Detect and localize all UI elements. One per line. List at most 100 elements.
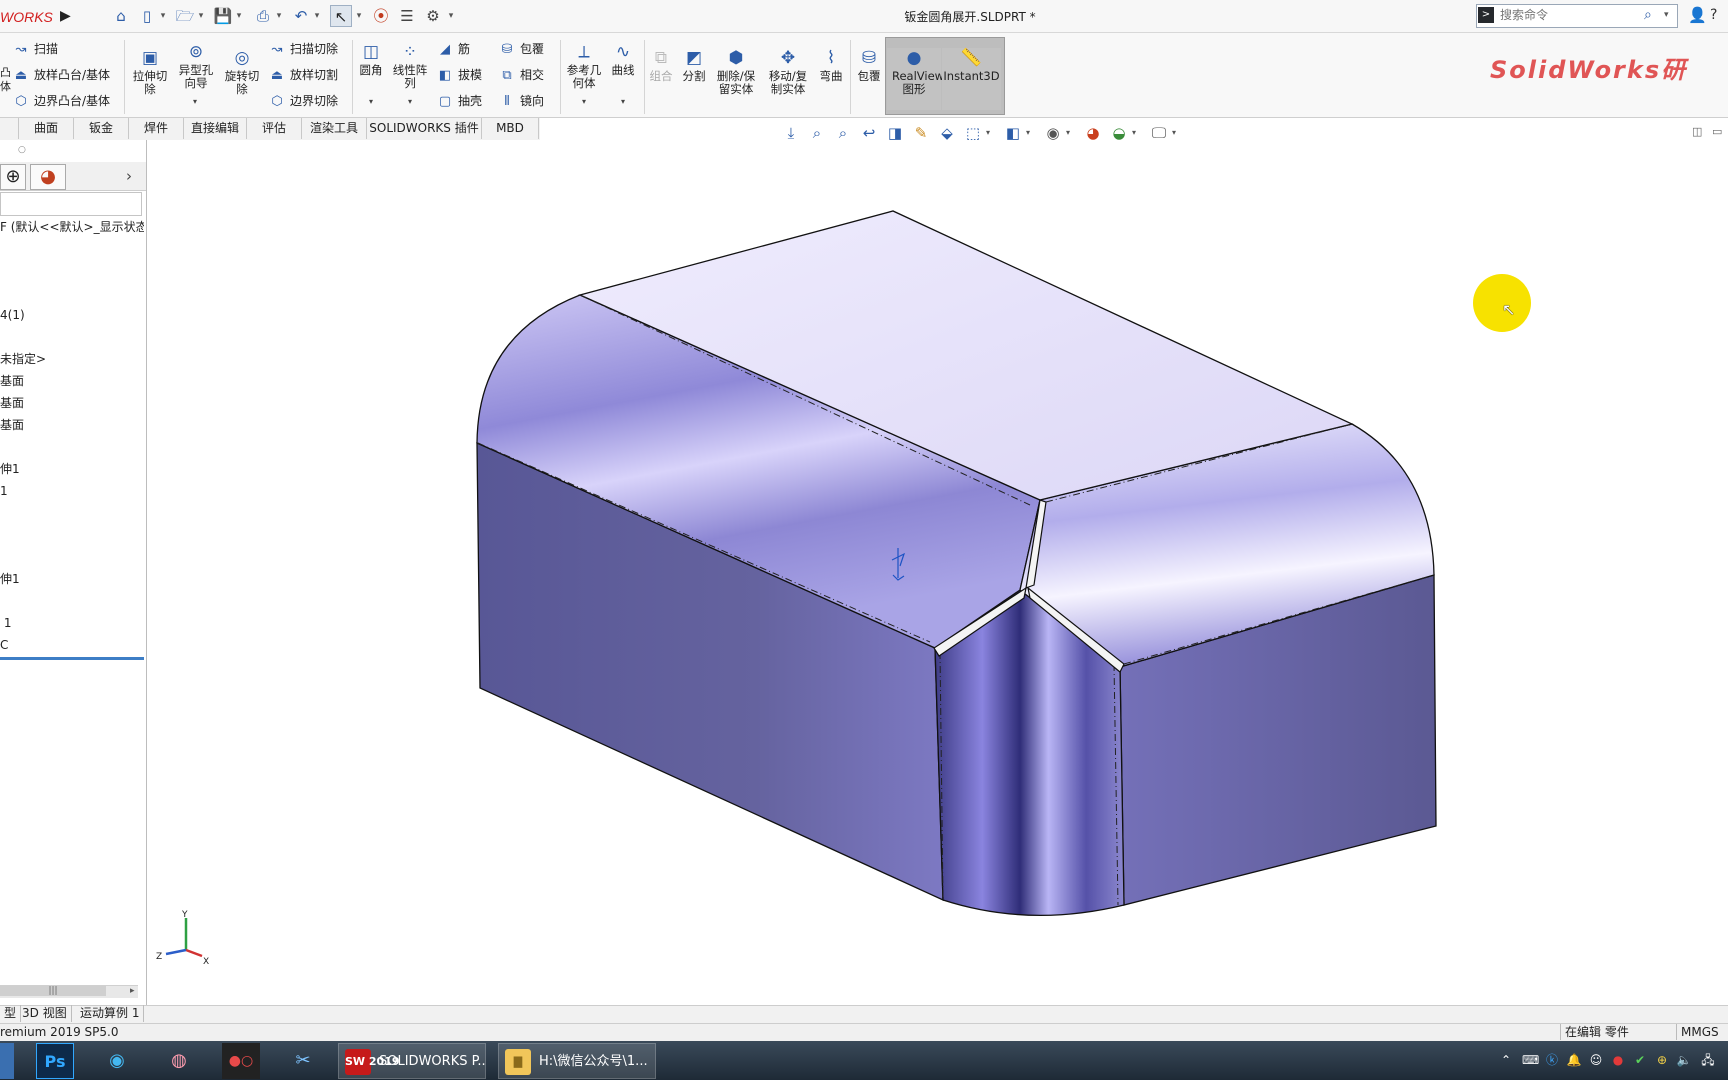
save-icon[interactable]: 💾 [212, 5, 234, 27]
tray-record-icon[interactable]: ● [1610, 1050, 1626, 1070]
tray-network-icon[interactable]: 🖧 [1700, 1050, 1716, 1070]
tray-keyboard-icon[interactable]: ⌨ [1522, 1050, 1539, 1070]
move-copy-body-button[interactable]: ✥ 移动/复制实体 [764, 48, 812, 96]
tab-render-tools[interactable]: 渲染工具 [302, 118, 367, 139]
display-manager-icon[interactable]: ◕ [30, 164, 66, 190]
search-icon[interactable]: ⌕ [1644, 5, 1662, 25]
extruded-cut-button[interactable]: ▣ 拉伸切除 [128, 48, 172, 96]
save-dropdown-icon[interactable]: ▾ [234, 5, 244, 27]
options-dropdown-icon[interactable]: ▾ [446, 5, 456, 27]
revolved-cut-button[interactable]: ◎ 旋转切除 [220, 48, 264, 96]
tray-people-icon[interactable]: ☺ [1588, 1050, 1604, 1070]
unit-system-status[interactable]: MMGS [1676, 1024, 1728, 1040]
tree-item-material[interactable]: 未指定> [0, 350, 144, 368]
select-dropdown-icon[interactable]: ▾ [354, 5, 364, 27]
curves-dropdown-icon[interactable]: ▾ [617, 96, 629, 108]
undo-dropdown-icon[interactable]: ▾ [312, 5, 322, 27]
dimxpert-target-icon[interactable]: ⊕ [0, 164, 26, 190]
tab-weldments[interactable]: 焊件 [129, 118, 184, 139]
home-icon[interactable]: ⌂ [110, 5, 132, 27]
tree-filter-input[interactable] [0, 192, 142, 216]
tab-evaluate[interactable]: 评估 [247, 118, 302, 139]
rollback-bar[interactable] [0, 657, 144, 660]
wrap-feature-button[interactable]: ⛁ 包覆 [498, 38, 544, 60]
maximize-viewport-icon[interactable]: ▭ [1712, 124, 1726, 140]
open-dropdown-icon[interactable]: ▾ [196, 5, 206, 27]
print-dropdown-icon[interactable]: ▾ [274, 5, 284, 27]
tray-notification-icon[interactable]: 🔔 [1566, 1050, 1582, 1070]
tab-mbd[interactable]: MBD [482, 118, 539, 139]
tray-app-icon[interactable]: ⓚ [1544, 1050, 1560, 1070]
tray-shield-icon[interactable]: ✔ [1632, 1050, 1648, 1070]
wrap-button[interactable]: ⛁ 包覆 [854, 48, 884, 83]
taskbar-explorer-window[interactable]: ▇ H:\微信公众号\1... [498, 1043, 656, 1079]
menu-expand-arrow-icon[interactable]: ▶ [60, 7, 72, 25]
media-app-icon[interactable]: ◍ [160, 1043, 198, 1079]
reference-geometry-dropdown-icon[interactable]: ▾ [578, 96, 590, 108]
command-search-input[interactable] [1500, 5, 1640, 25]
sweep-boss-button[interactable]: ↝ 扫描 [12, 38, 58, 60]
tree-item-plane[interactable]: 基面 [0, 394, 144, 412]
panel-expand-chevron-icon[interactable]: › [126, 164, 142, 188]
split-button[interactable]: ◩ 分割 [680, 48, 708, 83]
fillet-dropdown-icon[interactable]: ▾ [365, 96, 377, 108]
flex-button[interactable]: ⌇ 弯曲 [816, 48, 846, 83]
select-pointer-icon[interactable]: ↖ [330, 5, 352, 27]
swept-cut-button[interactable]: ↝ 扫描切除 [268, 38, 338, 60]
tab-surfaces[interactable]: 曲面 [19, 118, 74, 139]
tree-item-feature[interactable]: 伸1 [0, 460, 144, 478]
tree-item-plane[interactable]: 基面 [0, 372, 144, 390]
tree-item-display-state[interactable]: F (默认<<默认>_显示状态 [0, 218, 144, 236]
restore-viewport-icon[interactable]: ◫ [1692, 124, 1708, 140]
loft-boss-button[interactable]: ⏏ 放样凸台/基体 [12, 64, 110, 86]
new-dropdown-icon[interactable]: ▾ [158, 5, 168, 27]
tab-direct-editing[interactable]: 直接编辑 [184, 118, 247, 139]
pattern-dropdown-icon[interactable]: ▾ [404, 96, 416, 108]
instant3d-button[interactable]: 📏 Instant3D [942, 48, 1001, 110]
tree-item-feature[interactable]: C [0, 636, 144, 654]
tray-volume-icon[interactable]: 🔈 [1676, 1050, 1692, 1070]
tree-item-feature[interactable]: 1 [0, 482, 144, 500]
tree-item-feature[interactable]: 伸1 [0, 570, 144, 588]
camera-app-icon[interactable]: ◉ [98, 1043, 136, 1079]
tab-3d-views[interactable]: 3D 视图 [18, 1005, 72, 1022]
scrollbar-thumb[interactable]: ||| [0, 986, 106, 996]
tray-plus-icon[interactable]: ⊕ [1654, 1050, 1670, 1070]
file-properties-icon[interactable]: ☰ [396, 5, 418, 27]
shell-button[interactable]: ▢ 抽壳 [436, 90, 482, 112]
tab-solidworks-addins[interactable]: SOLIDWORKS 插件 [367, 118, 482, 139]
options-gear-icon[interactable]: ⚙ [422, 5, 444, 27]
help-icon[interactable]: ? [1710, 5, 1726, 25]
undo-icon[interactable]: ↶ [290, 5, 312, 27]
curves-button[interactable]: ∿ 曲线 [608, 42, 638, 77]
rebuild-traffic-light-icon[interactable]: ⦿ [370, 5, 392, 27]
start-button[interactable] [0, 1043, 14, 1079]
lofted-cut-button[interactable]: ⏏ 放样切割 [268, 64, 338, 86]
rib-button[interactable]: ◢ 筋 [436, 38, 470, 60]
scroll-right-arrow-icon[interactable]: ▸ [130, 985, 140, 997]
sheet-metal-part-model[interactable] [147, 140, 1728, 1006]
intersect-button[interactable]: ⧉ 相交 [498, 64, 544, 86]
search-dropdown-icon[interactable]: ▾ [1664, 5, 1674, 25]
realview-graphics-button[interactable]: ● RealView图形 [887, 48, 944, 110]
mirror-button[interactable]: ⫴ 镜向 [498, 90, 544, 112]
user-account-icon[interactable]: 👤 [1688, 5, 1707, 25]
tree-item-plane[interactable]: 基面 [0, 416, 144, 434]
print-icon[interactable]: ⎙ [252, 5, 274, 27]
tree-item-feature[interactable]: 1 [0, 614, 144, 632]
tree-item-sensors[interactable]: 4(1) [0, 306, 144, 324]
photoshop-app-icon[interactable]: Ps [36, 1043, 74, 1079]
linear-pattern-button[interactable]: ⁘ 线性阵列 [390, 42, 430, 90]
fillet-button[interactable]: ◫ 圆角 [356, 42, 386, 77]
tab-motion-study[interactable]: 运动算例 1 [76, 1005, 145, 1022]
reference-geometry-button[interactable]: ⟂ 参考几何体 [564, 42, 604, 90]
open-folder-icon[interactable]: 🗁 [174, 5, 196, 27]
tab-partial[interactable] [0, 118, 19, 139]
boundary-cut-button[interactable]: ⬡ 边界切除 [268, 90, 338, 112]
draft-button[interactable]: ◧ 拔模 [436, 64, 482, 86]
solidworks-logo[interactable]: WORKS [0, 6, 56, 28]
recorder-app-icon[interactable]: ●○ [222, 1043, 260, 1079]
tab-sheet-metal[interactable]: 钣金 [74, 118, 129, 139]
combine-button[interactable]: ⧉ 组合 [648, 48, 674, 83]
boundary-boss-button[interactable]: ⬡ 边界凸台/基体 [12, 90, 110, 112]
